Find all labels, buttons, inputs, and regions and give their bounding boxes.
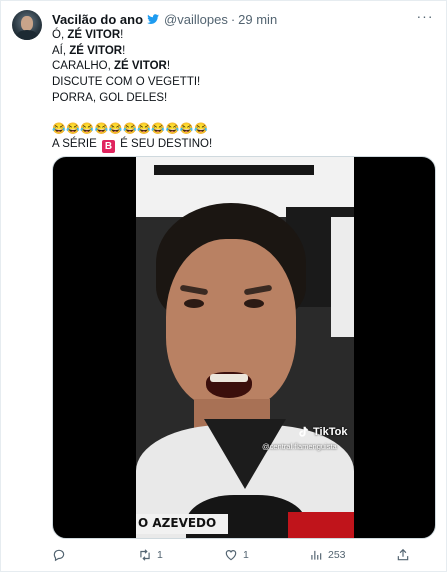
views-button[interactable]: 253: [309, 546, 346, 564]
tiktok-watermark: TikTok: [296, 425, 347, 439]
retweet-count: 1: [157, 549, 163, 561]
tweet-line: AÍ, ZÉ VITOR!: [52, 44, 432, 60]
tiktok-label: TikTok: [313, 426, 348, 438]
avatar-body: [16, 30, 38, 40]
b-button-icon: B: [101, 140, 115, 154]
tweet-card[interactable]: Vacilão do ano @vaillopes · 29 min ··· Ó…: [0, 0, 447, 572]
like-count: 1: [243, 549, 249, 561]
action-bar: 1 1 253: [52, 546, 426, 564]
retweet-button[interactable]: 1: [138, 546, 163, 564]
backdrop-block: [331, 217, 354, 337]
destiny-suffix: É SEU DESTINO!: [120, 138, 213, 151]
tiktok-icon: [299, 426, 308, 437]
line-prefix: AÍ,: [52, 44, 70, 57]
author-handle[interactable]: @vaillopes: [164, 12, 228, 27]
avatar[interactable]: [12, 10, 42, 40]
line-bold: ZÉ VITOR: [67, 29, 121, 41]
red-graphic: [288, 512, 354, 538]
line-suffix: !: [122, 44, 126, 57]
reply-button[interactable]: [52, 546, 71, 564]
reply-icon: [53, 549, 65, 562]
emoji-line: 😂😂😂😂😂😂😂😂😂😂😂: [52, 122, 209, 135]
line-suffix: !: [166, 60, 171, 73]
person-teeth: [210, 374, 248, 382]
tweet-text: Ó, ZÉ VITOR! AÍ, ZÉ VITOR! CARALHO, ZÉ V…: [52, 28, 432, 154]
share-button[interactable]: [396, 546, 410, 564]
tweet-line: Ó, ZÉ VITOR!: [52, 28, 432, 44]
destiny-line: A SÉRIE B É SEU DESTINO!: [52, 137, 432, 154]
tweet-line: PORRA, GOL DELES!: [52, 91, 168, 104]
line-suffix: !: [120, 29, 124, 41]
views-count: 253: [328, 549, 346, 561]
avatar-face: [21, 16, 33, 31]
line-bold: ZÉ VITOR: [114, 60, 167, 73]
line-prefix: CARALHO,: [52, 60, 114, 73]
line-prefix: Ó,: [52, 29, 68, 41]
right-eye: [244, 299, 264, 308]
author-name[interactable]: Vacilão do ano: [52, 12, 143, 27]
like-icon: [225, 550, 237, 561]
backdrop-block: [154, 165, 314, 175]
like-button[interactable]: 1: [224, 546, 249, 564]
tweet-header: Vacilão do ano @vaillopes · 29 min: [52, 10, 277, 28]
share-icon: [397, 548, 409, 561]
tweet-line: DISCUTE COM O VEGETTI!: [52, 76, 201, 89]
tweet-line: CARALHO, ZÉ VITOR!: [52, 59, 432, 75]
video-frame[interactable]: O AZEVEDO TikTok @central.flamenguista: [136, 157, 354, 538]
left-eye: [184, 299, 204, 308]
line-bold: ZÉ VITOR: [69, 44, 123, 57]
separator-dot: ·: [230, 11, 236, 27]
timestamp[interactable]: 29 min: [238, 12, 277, 27]
retweet-icon: [140, 549, 150, 561]
destiny-prefix: A SÉRIE: [52, 138, 97, 151]
tiktok-handle: @central.flamenguista: [262, 442, 337, 451]
lower-third-text: O AZEVEDO: [138, 516, 217, 530]
views-icon: [311, 550, 322, 560]
more-icon[interactable]: ···: [416, 9, 434, 28]
video-player[interactable]: O AZEVEDO TikTok @central.flamenguista: [52, 156, 436, 539]
verified-bird-icon: [147, 14, 159, 24]
